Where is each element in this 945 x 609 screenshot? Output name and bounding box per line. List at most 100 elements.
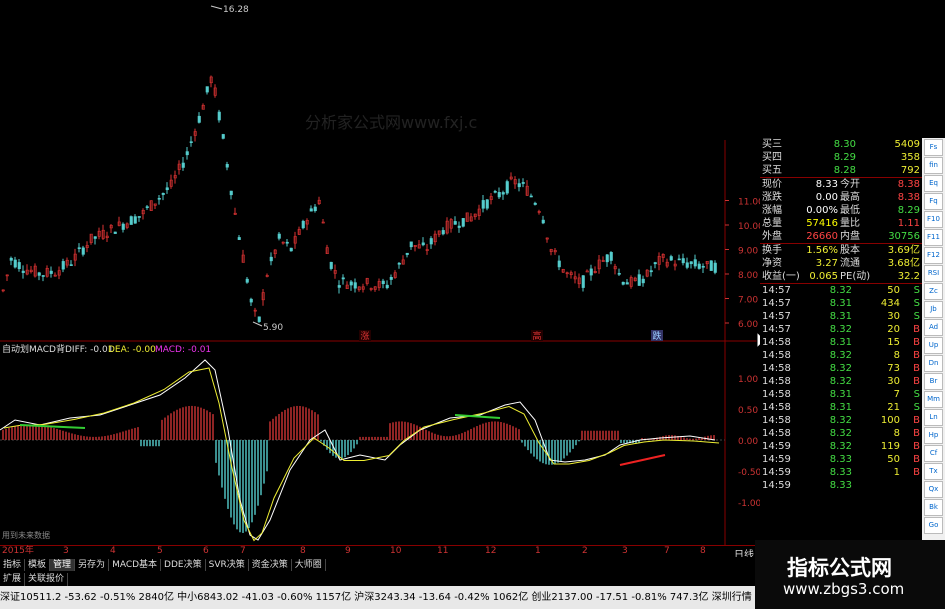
candle-body xyxy=(609,252,613,261)
quote-cell: PE(动) xyxy=(840,271,871,282)
candle-body xyxy=(237,237,241,240)
quote-cell: S xyxy=(913,389,920,400)
toolbar-button[interactable]: Hp xyxy=(924,427,943,444)
toolbar-button[interactable]: F11 xyxy=(924,229,943,246)
quote-cell: B xyxy=(913,337,920,348)
toolbar-button[interactable]: Cf xyxy=(924,445,943,462)
toolbar-button[interactable]: Eq xyxy=(924,175,943,192)
quote-cell: 14:59 xyxy=(762,441,791,452)
quote-cell: 14:58 xyxy=(762,363,791,374)
timeline-month: 7 xyxy=(240,546,246,556)
macd-axis-label: 1.00 xyxy=(738,375,758,385)
candle-body xyxy=(501,192,505,195)
quote-cell: 14:57 xyxy=(762,324,791,335)
timeline-month: 2 xyxy=(582,546,588,556)
quote-cell: 50 xyxy=(887,285,900,296)
candle-body xyxy=(649,270,653,273)
candle-body xyxy=(517,183,521,188)
candle-body xyxy=(605,254,609,263)
quote-cell: B xyxy=(913,363,920,374)
toolbar-button[interactable]: Bk xyxy=(924,499,943,516)
toolbar-button[interactable]: Br xyxy=(924,373,943,390)
quote-cell: B xyxy=(913,415,920,426)
candle-body xyxy=(681,258,685,264)
toolbar-button[interactable]: Mm xyxy=(924,391,943,408)
candle-body xyxy=(17,262,21,270)
candle-body xyxy=(653,262,657,265)
quote-cell: 流通 xyxy=(840,258,860,269)
candle-body xyxy=(9,257,13,261)
site-banner: 指标公式网 www.zbgs3.com xyxy=(755,540,945,609)
quote-cell: 买四 xyxy=(762,152,782,163)
candle-body xyxy=(165,187,169,191)
quote-cell: 8.29 xyxy=(833,152,856,163)
toolbar-button[interactable]: Ad xyxy=(924,319,943,336)
stat-row: 涨跌 0.00 最高 8.38 xyxy=(760,191,922,204)
timeline-month: 12 xyxy=(485,546,497,556)
high-label: 16.28 xyxy=(223,5,249,15)
candle-body xyxy=(197,115,201,123)
candle-body xyxy=(161,192,165,195)
candle-body xyxy=(277,233,281,239)
quote-cell: 8.33 xyxy=(829,480,852,491)
candle-body xyxy=(701,265,705,268)
price-axis-label: 6.00 xyxy=(738,320,758,330)
quote-cell: 5409 xyxy=(894,139,920,150)
toolbar-button[interactable]: Ln xyxy=(924,409,943,426)
quote-cell: 8.31 xyxy=(829,298,852,309)
quote-cell: 14:57 xyxy=(762,311,791,322)
quote-cell: 3.68亿 xyxy=(887,258,920,269)
kline-macd-chart[interactable]: 分析家公式网www.fxj.c 11.00 10.00 9.00 8.00 7.00 6.0… xyxy=(0,0,760,548)
toolbar-button[interactable]: Fs xyxy=(924,139,943,156)
candle-body xyxy=(21,270,25,273)
candle-body xyxy=(625,282,629,285)
toolbar-button[interactable]: Tx xyxy=(924,463,943,480)
quote-cell: 今开 xyxy=(840,179,860,190)
banner-title: 指标公式网 xyxy=(787,556,892,580)
tick-row: 14:58 8.31 21 S xyxy=(760,401,922,414)
quote-cell: 量比 xyxy=(840,218,860,229)
macd-axis-label: -1.00 xyxy=(738,499,760,509)
candle-body xyxy=(245,278,249,283)
chart-area[interactable]: 分析家公式网www.fxj.c 11.00 10.00 9.00 8.00 7.00 6.0… xyxy=(0,0,760,548)
tick-row: 14:57 8.31 434 S xyxy=(760,297,922,310)
quote-cell: 7 xyxy=(893,389,900,400)
candle-body xyxy=(113,231,117,234)
toolbar-button[interactable]: Qx xyxy=(924,481,943,498)
toolbar-button[interactable]: Fq xyxy=(924,193,943,210)
candle-body xyxy=(685,262,689,268)
toolbar-button[interactable]: Up xyxy=(924,337,943,354)
quote-cell: B xyxy=(913,467,920,478)
quote-panel: 买三 8.30 5409 买四 8.29 358 买五 8.28 792 现价 8.33 今开 8.38… xyxy=(760,138,922,548)
toolbar-button[interactable]: Dn xyxy=(924,355,943,372)
timeline-bar: 2015年 3 4 5 6 7 8 9 10 11 12 1 2 3 7 8 xyxy=(0,545,760,557)
toolbar-button[interactable]: F10 xyxy=(924,211,943,228)
toolbar-button[interactable]: RSI xyxy=(924,265,943,282)
sub-tab[interactable]: 关联报价 xyxy=(25,573,69,586)
sub-tab[interactable]: 扩展 xyxy=(0,573,26,586)
quote-cell: B xyxy=(913,428,920,439)
candle-body xyxy=(353,282,357,289)
toolbar-button[interactable]: fin xyxy=(924,157,943,174)
toolbar-button[interactable]: Jb xyxy=(924,301,943,318)
timeline-month: 7 xyxy=(664,546,670,556)
price-axis-label: 8.00 xyxy=(738,271,758,281)
dea-line xyxy=(3,367,720,542)
quote-cell: S xyxy=(913,298,920,309)
candle-body xyxy=(429,238,433,245)
candle-body xyxy=(581,275,585,288)
candle-body xyxy=(337,285,341,288)
candle-body xyxy=(301,220,305,229)
toolbar-button[interactable]: Zc xyxy=(924,283,943,300)
quote-cell: 0.065 xyxy=(809,271,838,282)
toolbar-button[interactable]: Go xyxy=(924,517,943,534)
quote-cell: 8 xyxy=(893,428,900,439)
candle-body xyxy=(461,218,465,227)
quote-cell: 792 xyxy=(900,165,920,176)
quote-cell: 73 xyxy=(887,363,900,374)
quote-cell: 8 xyxy=(893,350,900,361)
stat-row: 外盘 26660 内盘 30756 xyxy=(760,230,922,243)
candle-body xyxy=(229,190,233,196)
bid-row: 买五 8.28 792 xyxy=(760,164,922,177)
toolbar-button[interactable]: F12 xyxy=(924,247,943,264)
